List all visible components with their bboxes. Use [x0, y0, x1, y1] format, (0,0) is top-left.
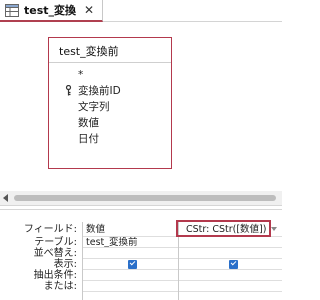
- close-tab-icon[interactable]: ✕: [84, 4, 94, 16]
- field-item-number[interactable]: 数値: [49, 115, 171, 131]
- field-item-string[interactable]: 文字列: [49, 99, 171, 115]
- horizontal-scrollbar[interactable]: [0, 191, 282, 205]
- show-cell: [83, 259, 178, 270]
- row-label-field: フィールド:: [23, 224, 77, 235]
- field-label: 文字列: [78, 101, 110, 113]
- show-cell: [179, 259, 282, 270]
- or-cell[interactable]: [83, 281, 178, 292]
- scroll-left-icon[interactable]: [3, 194, 8, 202]
- table-query-icon: [5, 3, 19, 17]
- grid-row-labels: フィールド: テーブル: 並べ替え: 表示: 抽出条件: または:: [0, 222, 80, 292]
- document-tab-strip: test_変換 ✕: [0, 0, 282, 22]
- table-field-list: * 変換前ID 文字列 数値 日付: [49, 63, 171, 147]
- field-label: 数値: [78, 117, 99, 129]
- field-item-date[interactable]: 日付: [49, 131, 171, 147]
- grid-column-1: 数値 test_変換前: [82, 222, 178, 300]
- chevron-down-icon[interactable]: [271, 227, 277, 231]
- criteria-cell[interactable]: [179, 270, 282, 281]
- row-label-criteria: 抽出条件:: [33, 270, 77, 281]
- field-label: *: [78, 69, 84, 81]
- table-box-title[interactable]: test_変換前: [49, 38, 171, 63]
- field-list-table-box[interactable]: test_変換前 * 変換前ID 文字列 数値 日付: [48, 37, 172, 169]
- or-cell[interactable]: [179, 281, 282, 292]
- sort-cell[interactable]: [179, 248, 282, 259]
- query-design-canvas: test_変換前 * 変換前ID 文字列 数値 日付: [0, 23, 282, 191]
- pane-splitter[interactable]: [0, 205, 282, 210]
- field-label: 変換前ID: [78, 85, 121, 97]
- row-label-or: または:: [43, 281, 77, 292]
- highlighted-expression-frame: [176, 220, 271, 237]
- row-label-table: テーブル:: [34, 237, 77, 248]
- criteria-cell[interactable]: [83, 270, 178, 281]
- sort-cell[interactable]: [83, 248, 178, 259]
- row-label-show: 表示:: [53, 259, 77, 270]
- field-label: 日付: [78, 133, 99, 145]
- query-tab[interactable]: test_変換 ✕: [0, 0, 103, 22]
- scrollbar-thumb[interactable]: [14, 195, 276, 201]
- field-item-all[interactable]: *: [49, 67, 171, 83]
- primary-key-icon: [65, 85, 72, 96]
- row-label-sort: 並べ替え:: [33, 248, 77, 259]
- table-cell[interactable]: [179, 237, 282, 248]
- tab-title: test_変換: [24, 4, 77, 17]
- table-cell[interactable]: test_変換前: [83, 237, 178, 248]
- field-item-id[interactable]: 変換前ID: [49, 83, 171, 99]
- field-cell[interactable]: 数値: [83, 222, 178, 237]
- show-checkbox[interactable]: [128, 260, 137, 269]
- show-checkbox[interactable]: [229, 260, 238, 269]
